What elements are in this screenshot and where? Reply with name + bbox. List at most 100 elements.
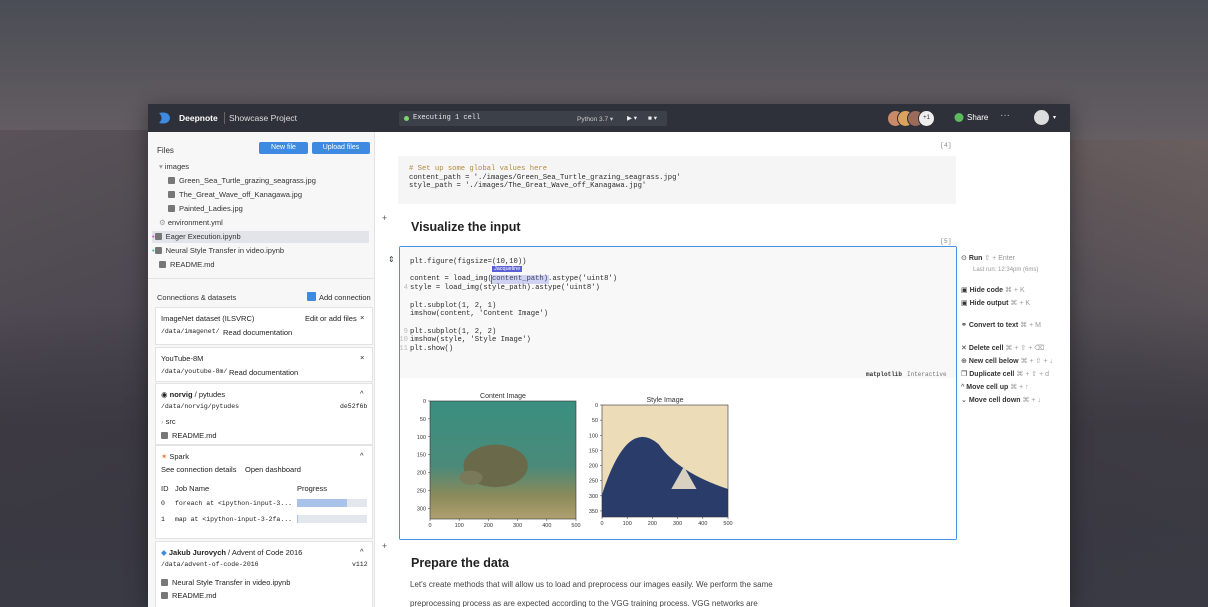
menu-label: Delete cell <box>968 345 1004 352</box>
file-tree-item[interactable]: ▾ images <box>159 161 189 173</box>
collapse-icon[interactable]: ^ <box>360 451 364 460</box>
y-tick-label: 250 <box>417 488 426 494</box>
file-tree-item[interactable]: Painted_Ladies.jpg <box>168 203 243 215</box>
open-dashboard-link[interactable]: Open dashboard <box>245 465 301 474</box>
file-label: Green_Sea_Turtle_grazing_seagrass.jpg <box>179 176 316 185</box>
title-separator <box>224 112 225 124</box>
hide-code-icon: ▣ <box>961 287 970 294</box>
move-cell-up-item[interactable]: ^ Move cell up ⌘ + ↑ <box>961 383 1029 393</box>
line-number <box>394 267 408 276</box>
connection-details-link[interactable]: See connection details <box>161 465 236 474</box>
run-cell-item[interactable]: ⊙ Run ⇧ + Enter <box>961 254 1015 264</box>
x-tick-label: 300 <box>513 523 522 529</box>
y-tick-label: 300 <box>417 506 426 512</box>
code-block: plt.figure(figsize=(10,10)) content = lo… <box>410 258 617 354</box>
file-tree-item[interactable]: ⚙ environment.yml <box>159 217 223 229</box>
stop-button[interactable]: ■ ▾ <box>648 114 657 122</box>
move-cell-down-item[interactable]: ⌄ Move cell down ⌘ + ↓ <box>961 396 1041 406</box>
convert-to-text-item[interactable]: ⚭ Convert to text ⌘ + M <box>961 321 1041 331</box>
y-tick-label: 50 <box>592 418 598 424</box>
x-tick-label: 100 <box>455 523 464 529</box>
repo-item[interactable]: README.md <box>161 431 217 440</box>
duplicate-cell-item[interactable]: ❐ Duplicate cell ⌘ + ⇧ + d <box>961 370 1049 380</box>
collapse-icon[interactable]: ^ <box>360 547 364 556</box>
collaborator-avatars[interactable]: +1 <box>887 110 939 127</box>
github-icon: ◉ <box>161 390 170 399</box>
add-cell-icon[interactable]: + <box>380 214 389 223</box>
more-menu-button[interactable]: ··· <box>1000 110 1010 121</box>
paragraph: Let's create methods that will allow us … <box>410 580 773 589</box>
markdown-file-icon <box>161 432 168 439</box>
share-button[interactable]: Share <box>967 113 988 122</box>
hide-output-item[interactable]: ▣ Hide output ⌘ + K <box>961 299 1030 309</box>
commit-hash: de52f6b <box>340 403 368 410</box>
connection-path: /data/imagenet/ <box>161 328 220 335</box>
chevron-down-icon[interactable]: ▾ <box>1053 114 1056 121</box>
connection-name: ImageNet dataset (ILSVRC) <box>161 314 255 323</box>
plot-title: Content Image <box>480 393 526 400</box>
file-tree-item[interactable]: README.md <box>159 259 215 271</box>
line-number <box>394 293 408 302</box>
line-number: 9 <box>403 327 408 336</box>
close-icon[interactable]: × <box>360 313 364 322</box>
shortcut: ⌘ + K <box>1004 287 1025 294</box>
add-connection-button[interactable]: Add connection <box>319 293 371 302</box>
shortcut: ⌘ + ⇧ + d <box>1016 371 1050 378</box>
x-tick-label: 200 <box>484 523 493 529</box>
x-tick-label: 400 <box>698 521 707 527</box>
run-all-button[interactable]: ▶ ▾ <box>627 114 637 122</box>
read-documentation-link[interactable]: Read documentation <box>223 328 292 337</box>
x-tick-label: 500 <box>723 521 732 527</box>
markdown-file-icon <box>161 592 168 599</box>
deepnote-logo-icon: ◆ <box>161 548 169 557</box>
user-avatar[interactable] <box>1034 110 1049 125</box>
close-icon[interactable]: × <box>360 353 364 362</box>
code-editor[interactable]: ⇕ 4 9 10 11 plt.figure(figsize=(10,10)) co… <box>388 247 956 378</box>
delete-cell-item[interactable]: ✕ Delete cell ⌘ + ⇧ + ⌫ <box>961 344 1044 354</box>
files-heading: Files <box>157 146 174 155</box>
line-number <box>394 258 408 267</box>
line-number <box>394 319 408 328</box>
read-documentation-link[interactable]: Read documentation <box>229 368 298 377</box>
edit-files-link[interactable]: Edit or add files <box>305 314 357 323</box>
y-tick-label: 100 <box>589 433 598 439</box>
repo-item[interactable]: Neural Style Transfer in video.ipynb <box>161 578 290 587</box>
close-icon: ✕ <box>961 345 969 352</box>
add-cell-icon[interactable]: + <box>380 542 389 551</box>
x-tick-label: 400 <box>542 523 551 529</box>
shortcut: ⌘ + M <box>1020 322 1041 329</box>
collapse-icon[interactable]: ^ <box>360 389 364 398</box>
link-icon: ⚭ <box>961 322 969 329</box>
cell-output: Content Image 0 50 100 150 200 250 300 0 100 200 30… <box>400 379 956 539</box>
plot-title: Style Image <box>647 397 684 404</box>
kernel-select[interactable]: Python 3.7 ▾ <box>577 115 613 123</box>
hide-code-item[interactable]: ▣ Hide code ⌘ + K <box>961 286 1025 296</box>
upload-files-button[interactable]: Upload files <box>312 142 370 154</box>
new-file-label: New file <box>271 144 296 151</box>
file-tree-item[interactable]: • Neural Style Transfer in video.ipynb <box>152 245 284 257</box>
column-header-job: Job Name <box>175 484 210 493</box>
repo-item[interactable]: README.md <box>161 591 217 600</box>
shortcut: ⌘ + ↑ <box>1010 384 1029 391</box>
menu-label: Run <box>968 255 983 262</box>
file-tree-item-selected[interactable]: • Eager Execution.ipynb <box>152 231 369 243</box>
file-tree-item[interactable]: Green_Sea_Turtle_grazing_seagrass.jpg <box>168 175 316 187</box>
connection-card-imagenet: ImageNet dataset (ILSVRC) Edit or add fi… <box>155 307 373 345</box>
y-tick-label: 0 <box>595 403 598 409</box>
code-cell-active[interactable]: ⇕ 4 9 10 11 plt.figure(figsize=(10,10)) co… <box>388 246 957 540</box>
y-tick-label: 250 <box>589 479 598 485</box>
interactive-badge[interactable]: Interactive <box>907 371 947 378</box>
repo-item[interactable]: › src <box>161 417 176 426</box>
file-tree-item[interactable]: The_Great_Wave_off_Kanagawa.jpg <box>168 189 302 201</box>
section-heading: Prepare the data <box>411 556 509 570</box>
repo-item-label: README.md <box>172 591 217 600</box>
new-cell-below-item[interactable]: ⊕ New cell below ⌘ + ⇧ + ↓ <box>961 357 1053 367</box>
job-progress-fill <box>297 515 299 523</box>
project-name[interactable]: Showcase Project <box>229 113 297 123</box>
new-file-button[interactable]: New file <box>259 142 308 154</box>
code-cell[interactable]: # Set up some global values here content_… <box>398 156 956 204</box>
x-tick-label: 300 <box>673 521 682 527</box>
code-block: # Set up some global values here content_… <box>409 165 681 191</box>
markdown-file-icon <box>159 261 166 268</box>
